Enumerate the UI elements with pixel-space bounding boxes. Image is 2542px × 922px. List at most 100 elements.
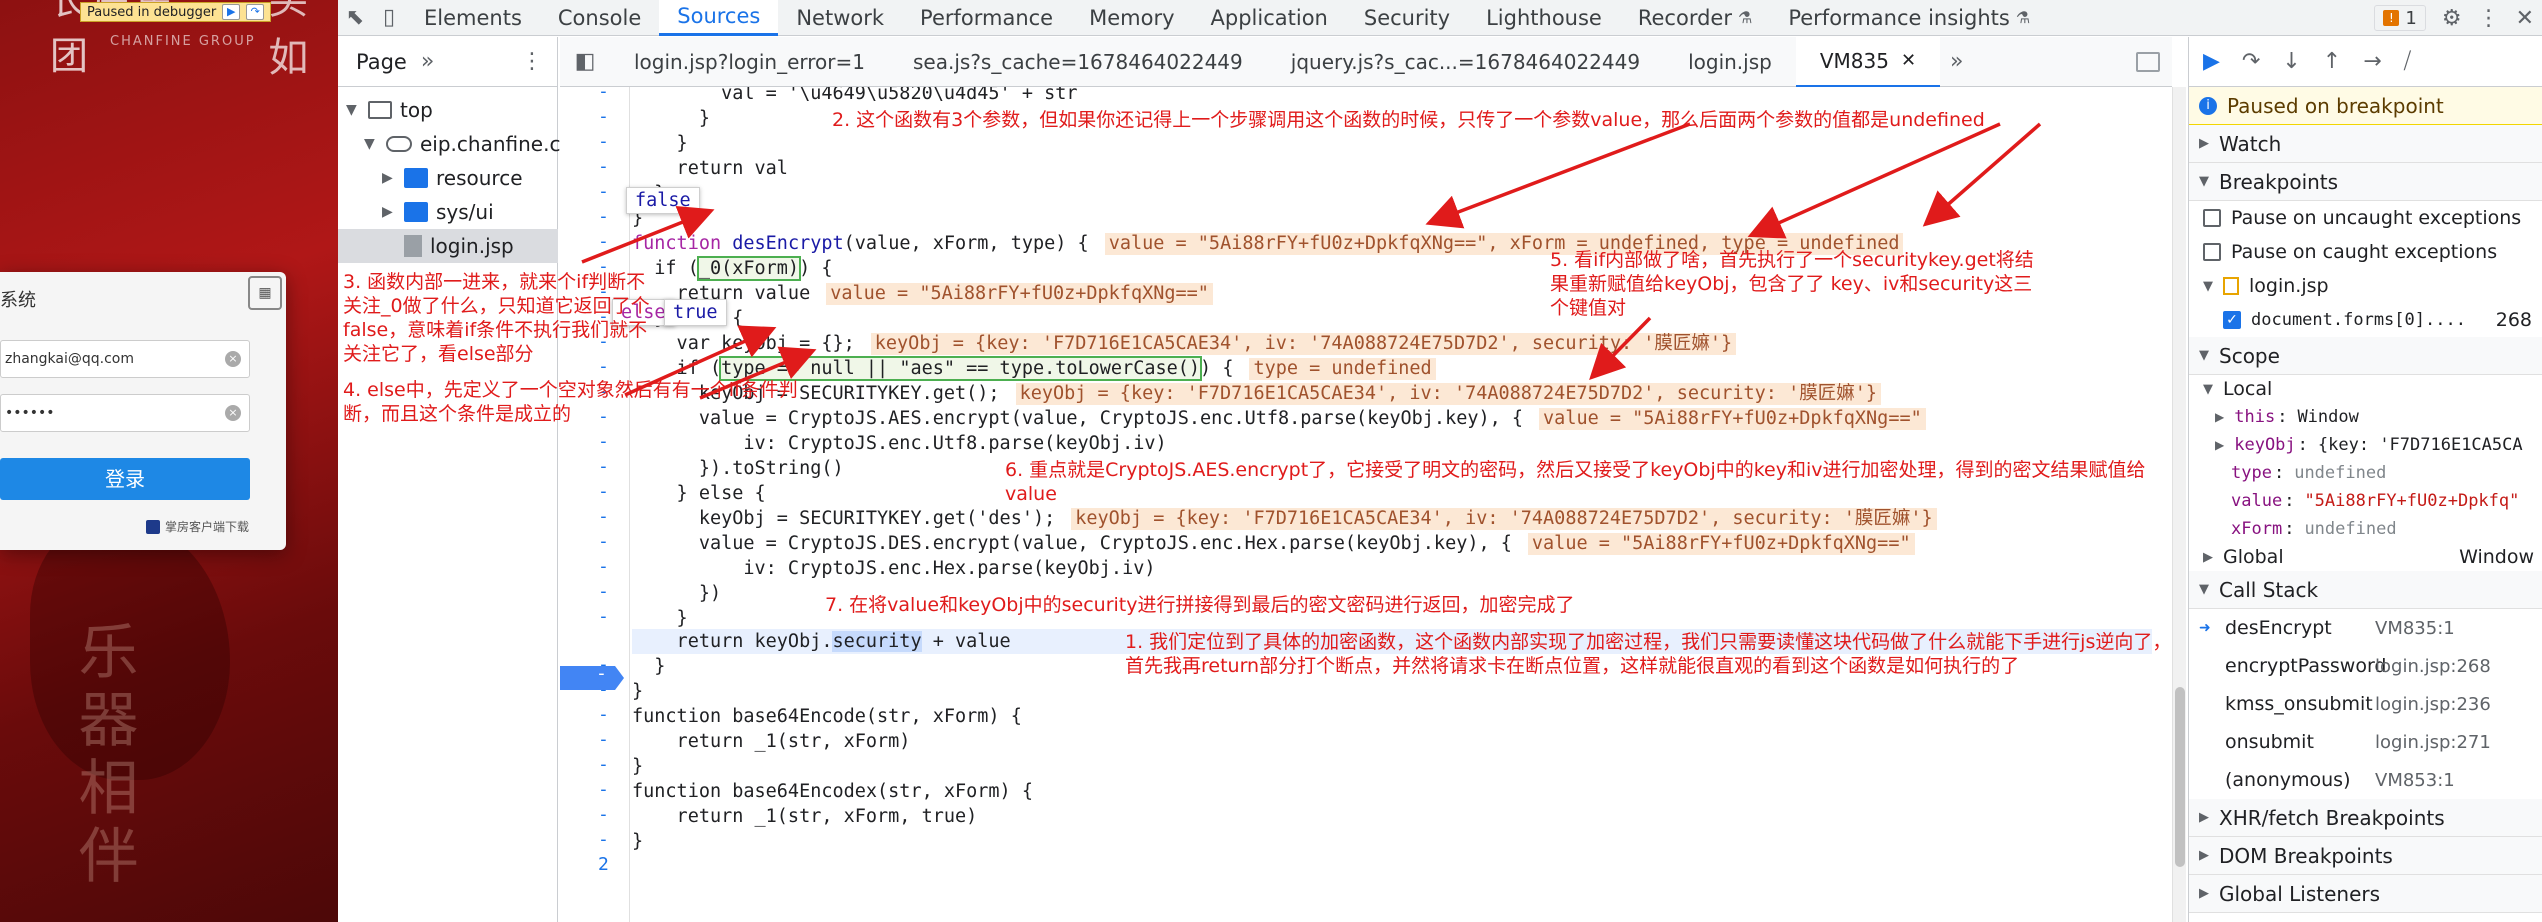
tab-security[interactable]: Security xyxy=(1346,0,1468,36)
tab-sources[interactable]: Sources xyxy=(659,0,779,36)
close-icon[interactable]: ✕ xyxy=(2516,6,2534,31)
close-icon[interactable]: ✕ xyxy=(1901,50,1916,71)
username-input[interactable]: zhangkai@qq.com × xyxy=(0,340,250,378)
file-tab[interactable]: jquery.js?s_cac...=1678464022449 xyxy=(1267,37,1664,87)
code-line: function base64Encode(str, xForm) { xyxy=(632,706,1022,727)
section-global-listeners[interactable]: ▶ Global Listeners xyxy=(2189,875,2542,913)
expanded-arrow-icon: ▼ xyxy=(2199,348,2209,363)
more-tabs-icon[interactable]: » xyxy=(1940,49,1973,74)
section-xhr-breakpoints[interactable]: ▶ XHR/fetch Breakpoints xyxy=(2189,799,2542,837)
checkbox-checked[interactable]: ✓ xyxy=(2223,311,2241,329)
code-line: } xyxy=(632,133,688,154)
issues-button[interactable]: ! 1 xyxy=(2374,5,2426,31)
step-over-icon[interactable]: ↷ xyxy=(2242,49,2260,74)
breakpoint-entry[interactable]: ✓ document.forms[0].... 268 xyxy=(2189,303,2542,337)
tab-recorder[interactable]: Recorder ⚗ xyxy=(1620,0,1770,36)
scope-global[interactable]: ▶ Global Window xyxy=(2189,543,2542,571)
collapsed-arrow-icon: ▶ xyxy=(382,170,393,186)
scope-variable[interactable]: ▶ this: Window xyxy=(2189,403,2542,431)
section-scope[interactable]: ▼ Scope xyxy=(2189,337,2542,375)
variable-value: Window xyxy=(2297,407,2359,427)
call-frame[interactable]: (anonymous) VM853:1 xyxy=(2189,761,2542,799)
code-line: return _1(str, xForm) xyxy=(632,731,911,752)
tree-item-label: resource xyxy=(436,166,523,190)
issues-count: 1 xyxy=(2405,7,2417,29)
scope-variable[interactable]: ▶ keyObj: {key: 'F7D716E1CA5CA xyxy=(2189,431,2542,459)
call-frame[interactable]: onsubmit login.jsp:271 xyxy=(2189,723,2542,761)
pause-caught-option[interactable]: Pause on caught exceptions xyxy=(2189,235,2542,269)
section-dom-breakpoints[interactable]: ▶ DOM Breakpoints xyxy=(2189,837,2542,875)
tab-lighthouse[interactable]: Lighthouse xyxy=(1468,0,1620,36)
frame-location: VM835:1 xyxy=(2375,617,2455,639)
tab-elements[interactable]: Elements xyxy=(406,0,540,36)
paused-in-debugger-badge: Paused in debugger ▶︎ ↷ xyxy=(80,2,272,22)
evaluated-expression[interactable]: _0(xForm) xyxy=(696,256,802,281)
step-icon[interactable]: → xyxy=(2363,49,2381,74)
scrollbar-thumb[interactable] xyxy=(2175,687,2185,867)
section-call-stack[interactable]: ▼ Call Stack xyxy=(2189,571,2542,609)
tree-item-domain[interactable]: ▼ eip.chanfine.cc xyxy=(364,127,571,161)
call-frame[interactable]: kmss_onsubmit login.jsp:236 xyxy=(2189,685,2542,723)
clear-icon[interactable]: × xyxy=(225,405,241,421)
tab-performance-insights[interactable]: Performance insights ⚗ xyxy=(1770,0,2048,36)
step-into-icon[interactable]: ↓ xyxy=(2282,49,2300,74)
selected-word[interactable]: security xyxy=(832,631,922,652)
inspect-element-icon[interactable]: ⬉ xyxy=(338,0,372,36)
tree-item-sys-ui[interactable]: ▶ sys/ui xyxy=(382,195,494,229)
clear-icon[interactable]: × xyxy=(225,351,241,367)
client-download-link[interactable]: 掌房客户端下载 xyxy=(146,518,249,535)
call-frame[interactable]: ➜ desEncrypt VM835:1 xyxy=(2189,609,2542,647)
section-breakpoints[interactable]: ▼ Breakpoints xyxy=(2189,163,2542,201)
tab-console[interactable]: Console xyxy=(540,0,659,36)
collapsed-arrow-icon: ▶ xyxy=(382,204,393,220)
step-out-icon[interactable]: ↑ xyxy=(2323,49,2341,74)
inline-value: keyObj = {key: 'F7D716E1CA5CAE34', iv: '… xyxy=(1071,508,1937,530)
tab-performance[interactable]: Performance xyxy=(902,0,1071,36)
scope-variable[interactable]: xForm: undefined xyxy=(2189,515,2542,543)
tree-item-login-jsp[interactable]: login.jsp xyxy=(338,229,558,263)
gear-icon[interactable]: ⚙ xyxy=(2442,6,2462,31)
tree-item-top[interactable]: ▼ top xyxy=(346,93,433,127)
file-tab[interactable]: login.jsp?login_error=1 xyxy=(610,37,889,87)
scope-local[interactable]: ▼ Local xyxy=(2189,375,2542,403)
login-button[interactable]: 登录 xyxy=(0,458,250,500)
tree-item-resource[interactable]: ▶ resource xyxy=(382,161,523,195)
file-tab-active[interactable]: VM835 ✕ xyxy=(1795,36,1941,87)
breakpoint-file[interactable]: ▼ login.jsp xyxy=(2189,269,2542,303)
tab-application[interactable]: Application xyxy=(1193,0,1346,36)
file-tab[interactable]: login.jsp xyxy=(1664,37,1796,87)
section-watch[interactable]: ▶ Watch xyxy=(2189,125,2542,163)
expanded-arrow-icon: ▼ xyxy=(2199,174,2209,189)
tab-page[interactable]: Page xyxy=(356,50,407,74)
scope-variable[interactable]: type: undefined xyxy=(2189,459,2542,487)
resume-icon[interactable]: ▶︎ xyxy=(222,4,241,20)
variable-separator: : xyxy=(2273,463,2285,483)
line-marker: - xyxy=(598,131,609,152)
code-line: keyObj = SECURITYKEY.get('des'); keyObj =… xyxy=(632,506,1937,531)
evaluated-expression[interactable]: type == null || "aes" == type.toLowerCas… xyxy=(719,356,1203,381)
resume-icon[interactable]: ▶︎ xyxy=(2203,49,2220,74)
tab-network[interactable]: Network xyxy=(778,0,902,36)
kebab-menu-icon[interactable]: ⋮ xyxy=(2478,6,2500,31)
line-gutter[interactable]: ------------------------------2 xyxy=(560,81,630,922)
device-toolbar-icon[interactable]: ▯ xyxy=(372,0,406,36)
tab-memory[interactable]: Memory xyxy=(1071,0,1192,36)
checkbox[interactable] xyxy=(2203,243,2221,261)
more-tabs-icon[interactable]: » xyxy=(421,49,434,74)
file-tab[interactable]: sea.js?s_cache=1678464022449 xyxy=(889,37,1267,87)
deactivate-breakpoints-icon[interactable]: ⧸ xyxy=(2404,49,2411,74)
kebab-menu-icon[interactable]: ⋮ xyxy=(521,49,543,74)
toggle-navigator-icon[interactable]: ◧ xyxy=(560,37,610,87)
qr-code-icon[interactable]: ▦ xyxy=(248,276,282,310)
toggle-debugger-icon[interactable] xyxy=(2136,51,2160,72)
scope-variable[interactable]: value: "5Ai88rFY+fU0z+Dpkfq" xyxy=(2189,487,2542,515)
call-frame[interactable]: encryptPassword login.jsp:268 xyxy=(2189,647,2542,685)
password-input[interactable]: •••••• × xyxy=(0,394,250,432)
step-over-icon[interactable]: ↷ xyxy=(246,4,265,20)
frame-location: login.jsp:268 xyxy=(2375,655,2491,677)
pause-uncaught-option[interactable]: Pause on uncaught exceptions xyxy=(2189,201,2542,235)
checkbox[interactable] xyxy=(2203,209,2221,227)
function-name: desEncrypt xyxy=(732,233,844,254)
paused-message: Paused on breakpoint xyxy=(2227,93,2444,118)
breakpoint-marker[interactable] xyxy=(560,666,624,690)
